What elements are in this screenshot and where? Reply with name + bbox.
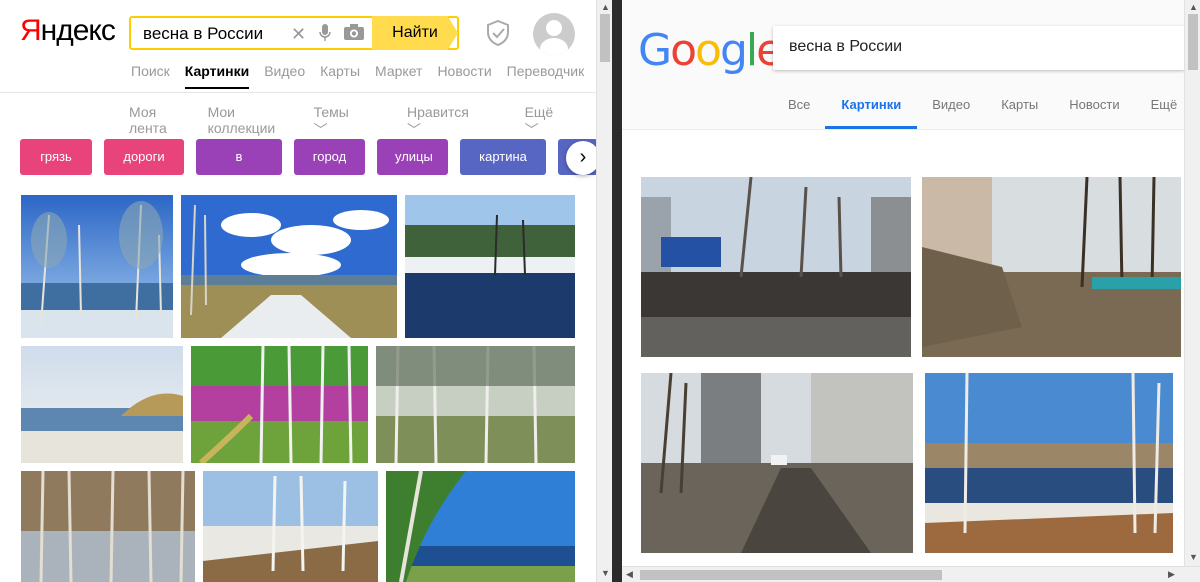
yandex-search-input[interactable]: весна в России: [143, 24, 263, 44]
google-window: Google весна в России Все Картинки Видео…: [622, 0, 1200, 582]
image-result[interactable]: [21, 471, 195, 582]
camera-icon[interactable]: [344, 24, 364, 45]
clear-icon[interactable]: ✕: [291, 24, 306, 45]
chip-streets[interactable]: улицы: [377, 139, 448, 175]
scroll-thumb[interactable]: [1188, 14, 1198, 70]
scroll-up-icon[interactable]: ▲: [1189, 2, 1198, 12]
scroll-down-icon[interactable]: ▼: [1189, 552, 1198, 562]
avatar[interactable]: [533, 13, 575, 55]
yandex-window: Яндекс весна в России ✕ Найти Поиск Карт…: [0, 0, 612, 582]
chevron-down-icon: ﹀: [313, 122, 328, 138]
logo-letter: o: [695, 25, 722, 76]
chip-mud[interactable]: грязь: [20, 139, 92, 175]
tab-images[interactable]: Картинки: [825, 97, 918, 129]
chip-city[interactable]: город: [294, 139, 365, 175]
yandex-service-tabs: Поиск Картинки Видео Карты Маркет Новост…: [131, 63, 599, 89]
image-result[interactable]: [376, 346, 575, 463]
tab-market[interactable]: Маркет: [375, 63, 422, 89]
sub-nav-themes[interactable]: Темы ﹀: [314, 104, 391, 140]
chevron-down-icon: ﹀: [407, 122, 422, 138]
scroll-thumb[interactable]: [600, 14, 610, 62]
sub-nav-collections[interactable]: Мои коллекции: [208, 104, 298, 140]
window-divider: [612, 0, 622, 582]
tab-news[interactable]: Новости: [437, 63, 491, 89]
divider: [0, 92, 596, 93]
scroll-thumb[interactable]: [640, 570, 942, 580]
yandex-sub-nav: Моя лента Мои коллекции Темы ﹀ Нравится …: [129, 104, 612, 140]
google-logo[interactable]: Google: [638, 25, 783, 76]
google-tabs: Все Картинки Видео Карты Новости Ещё: [788, 97, 1200, 129]
tab-maps[interactable]: Карты: [1001, 97, 1038, 129]
tab-maps[interactable]: Карты: [320, 63, 360, 89]
tab-images[interactable]: Картинки: [184, 63, 250, 89]
tab-video[interactable]: Видео: [264, 63, 305, 89]
tab-all[interactable]: Все: [788, 97, 810, 129]
scroll-left-icon[interactable]: ◀: [626, 569, 633, 580]
image-result[interactable]: [191, 346, 368, 463]
scroll-up-icon[interactable]: ▲: [601, 2, 610, 12]
tab-more[interactable]: Ещё: [1151, 97, 1178, 129]
tab-translator[interactable]: Переводчик: [507, 63, 585, 89]
microphone-icon[interactable]: [319, 24, 331, 47]
sub-nav-likes[interactable]: Нравится ﹀: [407, 104, 509, 140]
google-header: Google весна в России Все Картинки Видео…: [622, 0, 1185, 130]
image-result[interactable]: [925, 373, 1173, 553]
chip-roads[interactable]: дороги: [104, 139, 184, 175]
image-result[interactable]: [922, 177, 1181, 357]
logo-letter: g: [719, 25, 748, 76]
image-result[interactable]: [203, 471, 378, 582]
yandex-logo[interactable]: Яндекс: [20, 14, 116, 48]
logo-letter: l: [745, 25, 758, 76]
image-result[interactable]: [21, 346, 183, 463]
chevron-down-icon: ﹀: [524, 122, 539, 138]
sub-nav-more[interactable]: Ещё ﹀: [525, 104, 596, 140]
logo-letter: G: [638, 25, 672, 76]
image-result[interactable]: [405, 195, 575, 338]
scroll-down-icon[interactable]: ▼: [601, 568, 610, 578]
tab-video[interactable]: Видео: [932, 97, 970, 129]
shield-icon[interactable]: [486, 19, 510, 53]
sub-nav-feed[interactable]: Моя лента: [129, 104, 192, 140]
chip-painting[interactable]: картина: [460, 139, 546, 175]
google-search-box[interactable]: весна в России: [773, 26, 1185, 70]
chevron-right-icon[interactable]: ›: [566, 141, 600, 175]
image-result[interactable]: [21, 195, 173, 338]
google-horizontal-scrollbar[interactable]: ◀ ▶: [622, 566, 1200, 582]
google-search-input[interactable]: весна в России: [789, 38, 902, 56]
tab-news[interactable]: Новости: [1069, 97, 1119, 129]
scroll-right-icon[interactable]: ▶: [1168, 569, 1175, 580]
logo-letter: o: [670, 25, 697, 76]
tab-search[interactable]: Поиск: [131, 63, 170, 89]
image-result[interactable]: [641, 373, 913, 553]
yandex-scrollbar[interactable]: ▲ ▼: [596, 0, 612, 582]
logo-letter-y: Я: [20, 14, 42, 47]
screen: Яндекс весна в России ✕ Найти Поиск Карт…: [0, 0, 1200, 582]
image-result[interactable]: [386, 471, 575, 582]
image-result[interactable]: [641, 177, 911, 357]
yandex-find-button[interactable]: Найти: [372, 16, 458, 50]
google-scrollbar[interactable]: ▲ ▼: [1184, 0, 1200, 566]
chip-in-city[interactable]: в городе: [196, 139, 282, 200]
image-result[interactable]: [181, 195, 397, 338]
related-query-chips: грязь дороги в городе город улицы картин…: [20, 139, 598, 200]
